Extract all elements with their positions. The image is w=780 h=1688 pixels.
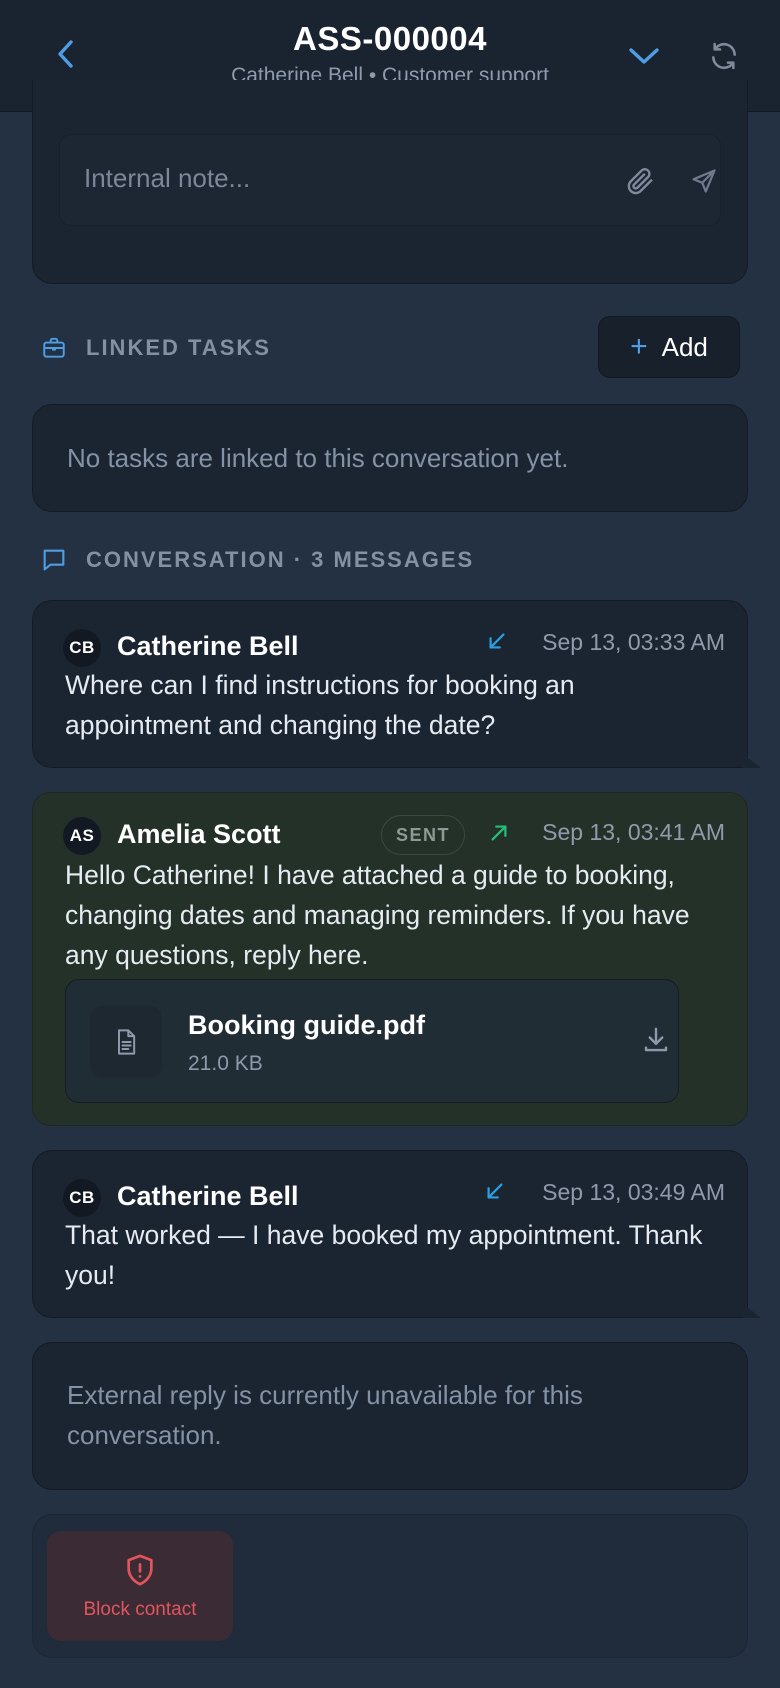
linked-tasks-label: LINKED TASKS xyxy=(86,335,271,360)
expand-button[interactable] xyxy=(624,36,664,76)
message-bubble: CB Catherine Bell Sep 13, 03:49 AM That … xyxy=(32,1150,761,1318)
refresh-icon xyxy=(712,42,736,70)
add-task-button[interactable]: + Add xyxy=(598,316,740,378)
download-icon xyxy=(644,1027,668,1052)
conversation-heading: CONVERSATION · 3 MESSAGES xyxy=(40,546,474,574)
external-reply-notice: External reply is currently unavailable … xyxy=(32,1342,748,1490)
status-badge: SENT xyxy=(381,815,465,855)
bubble-tail xyxy=(743,754,761,768)
chat-bubble-icon xyxy=(40,546,68,574)
message-bubble: AS Amelia Scott SENT Sep 13, 03:41 AM He… xyxy=(32,792,748,1126)
incoming-arrow-icon xyxy=(483,1179,507,1203)
block-contact-label: Block contact xyxy=(83,1599,197,1620)
linked-tasks-heading: LINKED TASKS xyxy=(40,334,271,362)
attach-button[interactable] xyxy=(622,161,658,201)
message-author: Catherine Bell xyxy=(117,631,299,661)
attachment-size: 21.0 KB xyxy=(188,1052,263,1075)
file-icon xyxy=(90,1006,162,1078)
shield-alert-icon xyxy=(127,1554,153,1586)
message-author: Catherine Bell xyxy=(117,1181,299,1211)
attachment-card[interactable]: Booking guide.pdf 21.0 KB xyxy=(65,979,679,1103)
message-text: Where can I find instructions for bookin… xyxy=(65,670,575,740)
message-bubble: CB Catherine Bell Sep 13, 03:33 AM Where… xyxy=(32,600,761,768)
briefcase-icon xyxy=(40,334,68,362)
plus-icon: + xyxy=(630,330,648,363)
message-text: That worked — I have booked my appointme… xyxy=(65,1220,703,1290)
attachment-name: Booking guide.pdf xyxy=(188,1010,425,1040)
download-button[interactable] xyxy=(638,1022,674,1058)
contact-actions: Block contact xyxy=(32,1514,748,1658)
add-task-label: Add xyxy=(661,331,708,362)
outgoing-arrow-icon xyxy=(487,821,511,845)
incoming-arrow-icon xyxy=(485,629,509,653)
bubble-tail xyxy=(743,1304,761,1318)
message-timestamp: Sep 13, 03:41 AM xyxy=(542,819,725,845)
linked-tasks-empty-state: No tasks are linked to this conversation… xyxy=(32,404,748,512)
empty-state-text: No tasks are linked to this conversation… xyxy=(67,443,569,473)
paperclip-icon xyxy=(627,168,653,195)
message-text: Hello Catherine! I have attached a guide… xyxy=(65,860,690,970)
send-note-button[interactable] xyxy=(686,161,722,201)
message-timestamp: Sep 13, 03:49 AM xyxy=(542,1179,725,1205)
internal-note-input[interactable]: Internal note... xyxy=(59,134,721,226)
send-icon xyxy=(692,169,716,193)
conversation-label: CONVERSATION · 3 MESSAGES xyxy=(86,547,475,572)
message-author: Amelia Scott xyxy=(117,819,281,849)
internal-note-card: Internal note... xyxy=(32,80,748,284)
avatar: CB xyxy=(63,1179,101,1217)
avatar: CB xyxy=(63,629,101,667)
refresh-button[interactable] xyxy=(704,36,744,76)
message-timestamp: Sep 13, 03:33 AM xyxy=(542,629,725,655)
block-contact-button[interactable]: Block contact xyxy=(47,1531,233,1641)
internal-note-placeholder: Internal note... xyxy=(84,163,251,193)
chevron-down-icon xyxy=(629,48,659,64)
avatar: AS xyxy=(63,817,101,855)
notice-text: External reply is currently unavailable … xyxy=(67,1380,583,1450)
